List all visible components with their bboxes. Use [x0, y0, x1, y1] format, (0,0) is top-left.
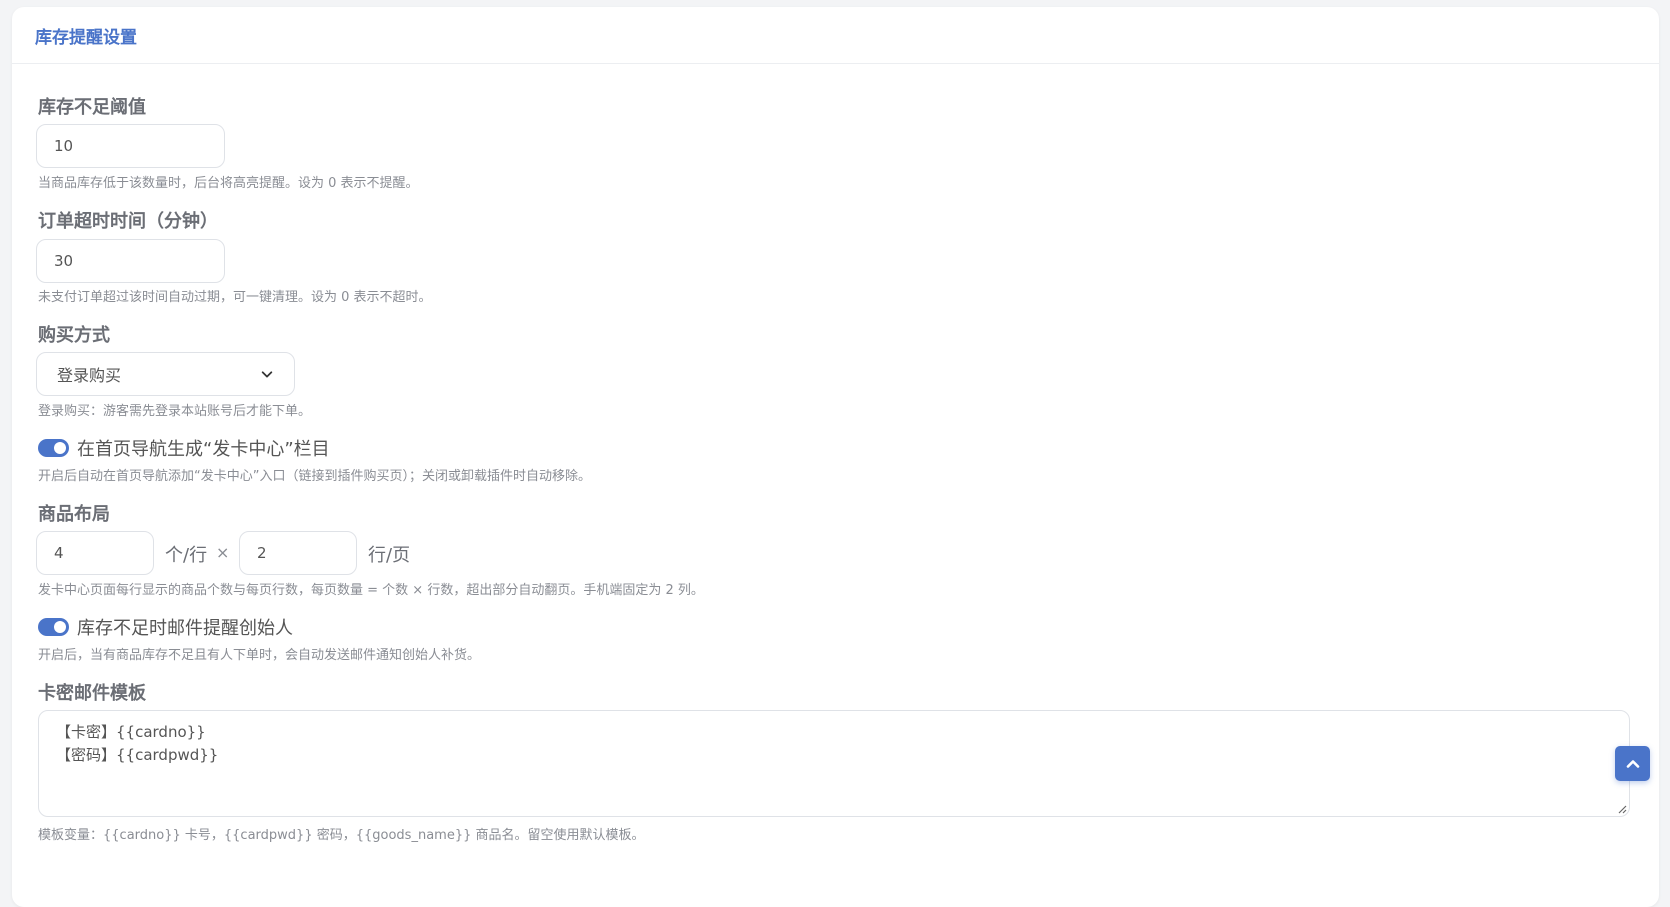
layout-label: 商品布局 — [38, 504, 110, 525]
order-timeout-input[interactable]: 30 — [36, 239, 225, 283]
chevron-up-icon — [1626, 759, 1639, 768]
purchase-mode-select[interactable]: 登录购买 — [36, 352, 295, 396]
template-line-2: 【密码】{{cardpwd}} — [56, 746, 219, 764]
rows-unit: 行/页 — [368, 545, 411, 566]
order-timeout-help: 未支付订单超过该时间自动过期，可一键清理。设为 0 表示不超时。 — [38, 290, 432, 305]
nav-toggle-switch[interactable] — [38, 439, 69, 457]
nav-toggle-help: 开启后自动在首页导航添加“发卡中心”入口（链接到插件购买页）；关闭或卸载插件时自… — [38, 469, 591, 484]
stock-threshold-label: 库存不足阈值 — [38, 97, 146, 118]
times-sign: × — [216, 543, 230, 562]
mail-toggle-switch[interactable] — [38, 618, 69, 636]
order-timeout-label: 订单超时时间（分钟） — [38, 211, 218, 232]
per-row-unit: 个/行 — [165, 545, 208, 566]
mail-toggle-label: 库存不足时邮件提醒创始人 — [77, 618, 293, 639]
card-header: 库存提醒设置 — [12, 7, 1659, 64]
purchase-mode-value: 登录购买 — [57, 366, 122, 385]
template-line-1: 【卡密】{{cardno}} — [56, 723, 206, 741]
mail-template-textarea[interactable]: 【卡密】{{cardno}} 【密码】{{cardpwd}} — [38, 710, 1630, 817]
page-title: 库存提醒设置 — [35, 27, 137, 48]
chevron-down-icon — [261, 371, 273, 378]
per-row-input[interactable]: 4 — [36, 531, 154, 575]
purchase-mode-help: 登录购买：游客需先登录本站账号后才能下单。 — [38, 404, 312, 419]
mail-template-help: 模板变量：{{cardno}} 卡号，{{cardpwd}} 密码，{{good… — [38, 828, 645, 843]
mail-toggle-help: 开启后，当有商品库存不足且有人下单时，会自动发送邮件通知创始人补货。 — [38, 648, 481, 663]
back-to-top-button[interactable] — [1615, 746, 1650, 781]
nav-toggle-label: 在首页导航生成“发卡中心”栏目 — [77, 439, 330, 460]
rows-input[interactable]: 2 — [239, 531, 357, 575]
mail-toggle-row: 库存不足时邮件提醒创始人 — [38, 614, 293, 640]
resize-grip-icon[interactable] — [1616, 803, 1627, 814]
layout-help: 发卡中心页面每行显示的商品个数与每页行数，每页数量 = 个数 × 行数，超出部分… — [38, 583, 704, 598]
stock-threshold-input[interactable]: 10 — [36, 124, 225, 168]
nav-toggle-row: 在首页导航生成“发卡中心”栏目 — [38, 435, 330, 461]
mail-template-label: 卡密邮件模板 — [38, 683, 146, 704]
purchase-mode-label: 购买方式 — [38, 325, 110, 346]
settings-card: 库存提醒设置 库存不足阈值 10 当商品库存低于该数量时，后台将高亮提醒。设为 … — [12, 7, 1659, 907]
stock-threshold-help: 当商品库存低于该数量时，后台将高亮提醒。设为 0 表示不提醒。 — [38, 176, 419, 191]
